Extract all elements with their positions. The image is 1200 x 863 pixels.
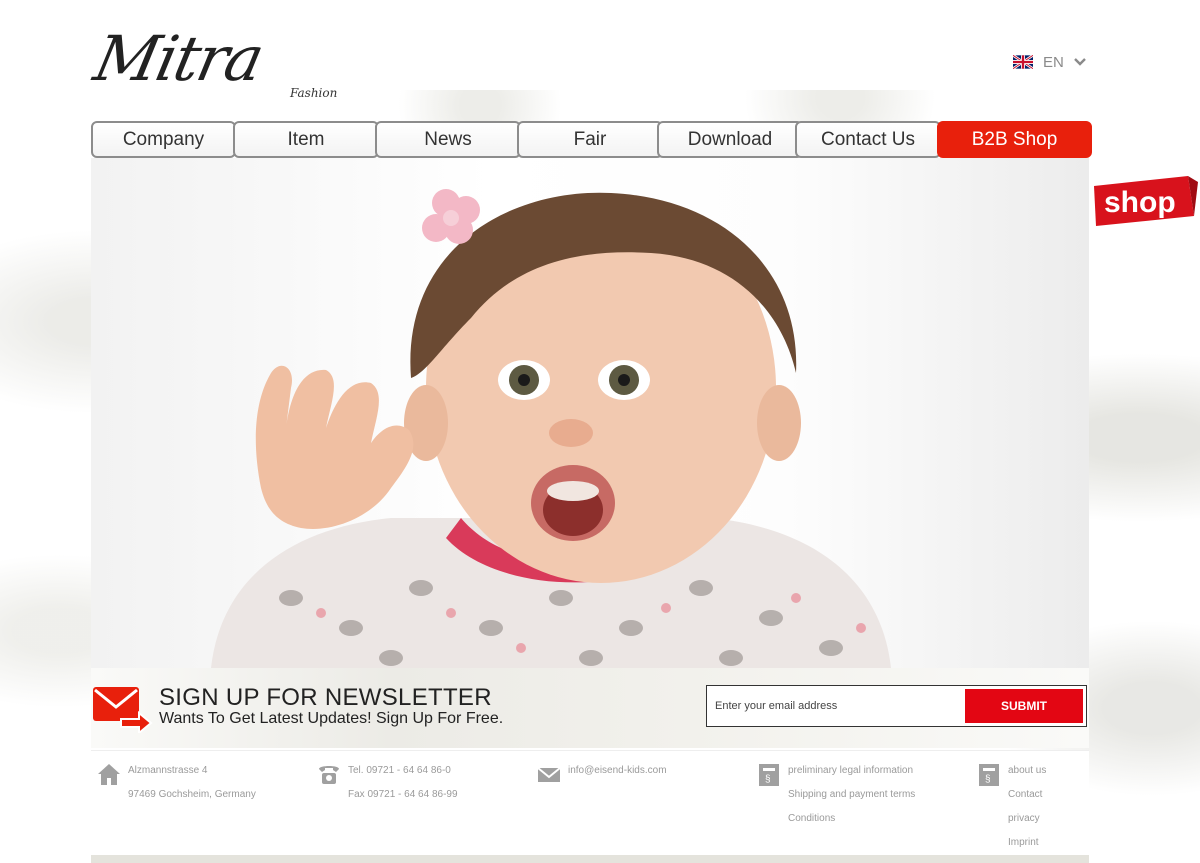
hero-image xyxy=(91,158,1089,668)
email-link[interactable]: info@eisend-kids.com xyxy=(568,759,667,783)
nav-item-download[interactable]: Download xyxy=(657,121,803,158)
uk-flag-icon xyxy=(1013,55,1033,69)
newsletter-form: SUBMIT xyxy=(706,685,1087,727)
footer: Alzmannstrasse 4 97469 Gochsheim, German… xyxy=(91,750,1089,863)
phone-fax: Fax 09721 - 64 64 86-99 xyxy=(348,789,458,800)
main-nav: Company Item News Fair Download Contact … xyxy=(91,121,1092,158)
nav-item-news[interactable]: News xyxy=(375,121,521,158)
submit-button[interactable]: SUBMIT xyxy=(965,689,1083,723)
contact-link[interactable]: Contact xyxy=(1008,783,1046,807)
baby-photo xyxy=(211,189,891,668)
shop-badge[interactable]: shop xyxy=(1088,172,1198,228)
logo-sub-text: Fashion xyxy=(290,86,338,100)
document-icon: § xyxy=(979,764,999,786)
address-line-2: 97469 Gochsheim, Germany xyxy=(128,789,256,800)
shipping-terms-link[interactable]: Shipping and payment terms xyxy=(788,783,915,807)
newsletter-subtitle: Wants To Get Latest Updates! Sign Up For… xyxy=(159,710,504,727)
legal-info-link[interactable]: preliminary legal information xyxy=(788,759,915,783)
document-icon: § xyxy=(759,764,779,786)
newsletter-title: SIGN UP FOR NEWSLETTER xyxy=(159,684,492,711)
conditions-link[interactable]: Conditions xyxy=(788,807,915,831)
phone-tel[interactable]: Tel. 09721 - 64 64 86-0 xyxy=(348,759,458,783)
shop-badge-label: shop xyxy=(1104,186,1176,219)
nav-item-item[interactable]: Item xyxy=(233,121,379,158)
svg-text:§: § xyxy=(765,774,771,785)
newsletter-bar: SIGN UP FOR NEWSLETTER Wants To Get Late… xyxy=(91,668,1089,748)
language-selector[interactable]: EN xyxy=(1013,52,1086,72)
logo-main-text: Mitra xyxy=(88,22,269,95)
nav-item-company[interactable]: Company xyxy=(91,121,236,158)
brand-logo[interactable]: Mitra Fashion xyxy=(88,22,344,108)
address-line-1: Alzmannstrasse 4 xyxy=(128,765,208,776)
svg-text:§: § xyxy=(985,774,991,785)
nav-item-b2b-shop[interactable]: B2B Shop xyxy=(937,121,1092,158)
home-icon xyxy=(98,764,120,785)
language-label: EN xyxy=(1043,53,1064,71)
chevron-down-icon xyxy=(1073,58,1086,66)
footer-bottom-bar xyxy=(91,855,1089,863)
email-input[interactable] xyxy=(715,691,960,721)
mail-icon xyxy=(537,767,561,782)
about-us-link[interactable]: about us xyxy=(1008,759,1046,783)
privacy-link[interactable]: privacy xyxy=(1008,807,1046,831)
imprint-link[interactable]: Imprint xyxy=(1008,831,1046,855)
nav-item-fair[interactable]: Fair xyxy=(517,121,663,158)
envelope-arrow-icon xyxy=(93,687,153,733)
phone-icon xyxy=(319,766,339,784)
nav-item-contact-us[interactable]: Contact Us xyxy=(795,121,941,158)
